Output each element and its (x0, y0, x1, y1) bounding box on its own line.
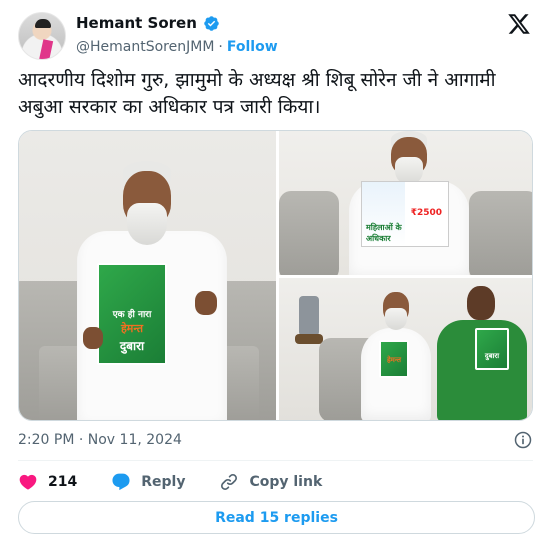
magazine-right-text: ₹2500 (410, 208, 442, 218)
copy-link-button[interactable]: Copy link (219, 472, 322, 492)
reply-bubble-icon (112, 473, 130, 491)
like-count: 214 (48, 474, 78, 490)
book-small-2: दुबारा (475, 328, 509, 370)
link-icon (221, 473, 238, 491)
book-line-2: हेमन्त (120, 322, 144, 335)
author-handle-row: @HemantSorenJMM · Follow (76, 39, 278, 55)
book-small-1: हेमन्त (379, 340, 409, 378)
magazine-left-text: महिलाओं के अधिकार (366, 223, 402, 243)
heart-icon (19, 474, 37, 490)
media-grid: एक ही नारा हेमन्त दुबारा महिलाओं के अधिक… (18, 130, 533, 421)
book-line-1: एक ही नारा (112, 310, 152, 320)
photo-3[interactable]: हेमन्त दुबारा (279, 278, 532, 420)
tweet-meta: 2:20 PM · Nov 11, 2024 (18, 430, 533, 452)
author-display-name[interactable]: Hemant Soren (76, 14, 197, 32)
book-line-3: दुबारा (119, 339, 145, 353)
copy-link-label: Copy link (249, 474, 323, 490)
divider (18, 460, 533, 461)
photo-2[interactable]: महिलाओं के अधिकार ₹2500 (279, 131, 532, 275)
info-icon[interactable] (513, 430, 533, 450)
book-small-2-text: दुबारा (484, 352, 500, 360)
book-small-1-text: हेमन्त (386, 356, 402, 364)
tweet-timestamp[interactable]: 2:20 PM · Nov 11, 2024 (18, 432, 182, 448)
book-cover: एक ही नारा हेमन्त दुबारा (97, 263, 167, 365)
author-handle[interactable]: @HemantSorenJMM (76, 39, 214, 55)
author-name-row: Hemant Soren (76, 14, 220, 32)
tweet-header: Hemant Soren @HemantSorenJMM · Follow (18, 12, 533, 62)
photo-1[interactable]: एक ही नारा हेमन्त दुबारा (19, 131, 276, 420)
magazine: महिलाओं के अधिकार ₹2500 (361, 181, 449, 247)
like-button[interactable]: 214 (18, 472, 77, 492)
follow-button[interactable]: Follow (227, 39, 278, 55)
tweet-text: आदरणीय दिशोम गुरु, झामुमो के अध्यक्ष श्र… (18, 69, 496, 118)
tweet-card: Hemant Soren @HemantSorenJMM · Follow आद… (0, 0, 547, 541)
separator-dot: · (218, 39, 223, 55)
x-logo-icon[interactable] (507, 12, 531, 36)
action-bar: 214 Reply Copy link (18, 470, 356, 494)
reply-label: Reply (141, 474, 186, 490)
reply-button[interactable]: Reply (111, 472, 185, 492)
verified-badge-icon (204, 15, 219, 31)
author-avatar[interactable] (18, 12, 66, 60)
read-replies-button[interactable]: Read 15 replies (18, 501, 535, 534)
